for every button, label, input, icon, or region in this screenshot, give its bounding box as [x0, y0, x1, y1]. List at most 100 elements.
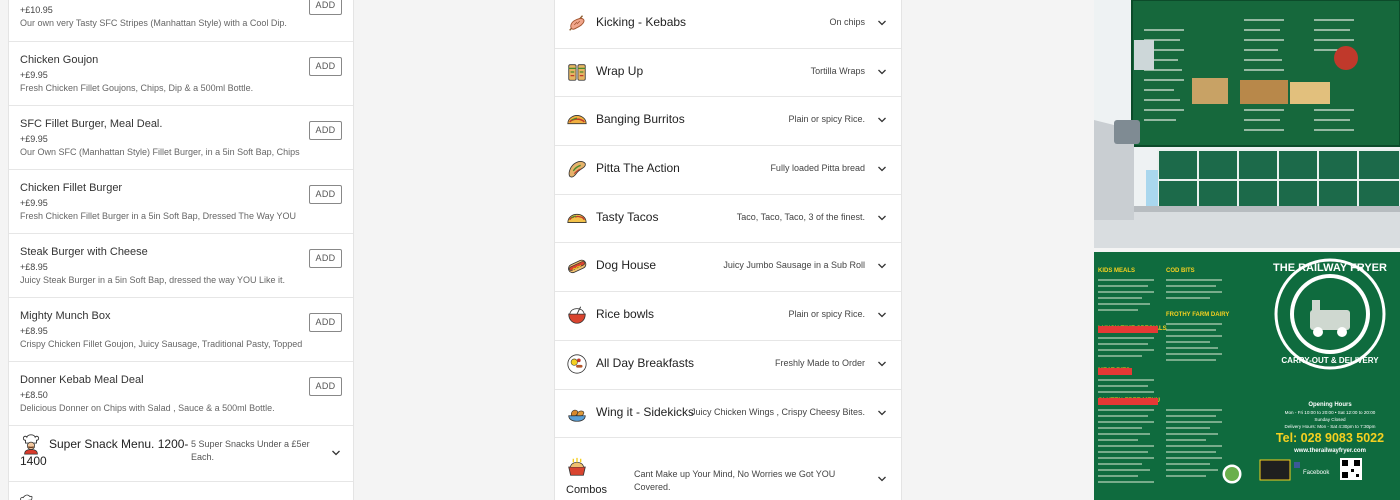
category-subtitle: Taco, Taco, Taco, 3 of the finest.: [736, 211, 865, 222]
menu-item[interactable]: Chicken Fillet Burger +£9.95 Fresh Chick…: [9, 170, 353, 234]
menu-item[interactable]: SFC Fillet Burger, Meal Deal. +£9.95 Our…: [9, 106, 353, 170]
flyer-sunday: Sunday Closed: [1314, 417, 1346, 422]
item-description: Crispy Chicken Fillet Goujon, Juicy Saus…: [20, 339, 303, 349]
category-subtitle: Juicy Jumbo Sausage in a Sub Roll: [723, 260, 865, 271]
category-name: All Day Breakfasts: [596, 355, 695, 370]
chef-icon: [20, 494, 33, 500]
category-dog-house[interactable]: Dog House Juicy Jumbo Sausage in a Sub R…: [555, 243, 901, 293]
chevron-down-icon[interactable]: [877, 261, 887, 271]
add-button[interactable]: ADD: [309, 377, 342, 396]
flyer-brand: THE RAILWAY FRYER: [1273, 262, 1387, 274]
item-name: Mighty Munch Box: [20, 310, 111, 322]
flyer-tagline: CARRY-OUT & DELIVERY: [1281, 356, 1379, 365]
chevron-down-icon[interactable]: [877, 115, 887, 125]
category-combos[interactable]: Combos Cant Make up Your Mind, No Worrie…: [555, 438, 901, 500]
burrito-icon: [567, 115, 587, 125]
chevron-down-icon[interactable]: [877, 474, 887, 484]
wings-icon: [568, 409, 586, 422]
add-button[interactable]: ADD: [309, 185, 342, 204]
category-subtitle: Fully loaded Pitta bread: [770, 163, 865, 174]
category-list: Kicking - Kebabs On chips Wrap Up Tortil…: [554, 0, 902, 500]
menu-item-list: +£10.95 Our own very Tasty SFC Stripes (…: [8, 0, 354, 500]
category-subtitle: Tortilla Wraps: [810, 65, 865, 76]
shop-interior-illustration: [1094, 0, 1400, 248]
category-name: Pitta The Action: [596, 161, 680, 176]
item-name: Donner Kebab Meal Deal: [20, 374, 144, 386]
menu-item[interactable]: Steak Burger with Cheese +£8.95 Juicy St…: [9, 234, 353, 298]
takeaway-flyer: KIDS MEALS COD BITS LUNCH TIME SPECIALS …: [1094, 252, 1400, 500]
chevron-down-icon[interactable]: [877, 67, 887, 77]
item-name: Chicken Goujon: [20, 54, 99, 66]
flyer-website: www.therailwayfryer.com: [1293, 448, 1366, 454]
category-name: Wrap Up: [596, 63, 644, 78]
add-button[interactable]: ADD: [309, 249, 342, 268]
chevron-down-icon[interactable]: [877, 359, 887, 369]
add-button[interactable]: ADD: [309, 0, 342, 15]
category-subtitle: Plain or spicy Rice.: [788, 114, 865, 125]
category-title: Super Snack Menu. 1200-1400: [20, 437, 189, 468]
item-price: +£8.95: [20, 326, 48, 336]
item-price: +£9.95: [20, 198, 48, 208]
rice-bowl-icon: [568, 306, 586, 324]
flyer-hours-title: Opening Hours: [1308, 402, 1352, 408]
item-name: Chicken Fillet Burger: [20, 182, 123, 194]
chevron-down-icon[interactable]: [331, 448, 341, 458]
breakfast-icon: [567, 354, 587, 374]
add-button[interactable]: ADD: [309, 313, 342, 332]
category-pitta[interactable]: Pitta The Action Fully loaded Pitta brea…: [555, 146, 901, 195]
chevron-down-icon[interactable]: [877, 164, 887, 174]
category-subtitle: Plain or spicy Rice.: [788, 309, 865, 320]
item-description: Juicy Steak Burger in a 5in Soft Bap, dr…: [20, 275, 285, 285]
flyer-hours: Mon - Fri 10:00 to 20:00 • Sat 12:00 to …: [1285, 410, 1376, 415]
flyer-delivery: Delivery Hours: Mon - Sat 4:30pm to 7:30…: [1285, 424, 1376, 429]
add-button[interactable]: ADD: [309, 121, 342, 140]
category-rice-bowls[interactable]: Rice bowls Plain or spicy Rice.: [555, 292, 901, 341]
category-kebabs[interactable]: Kicking - Kebabs On chips: [555, 0, 901, 49]
flyer-facebook: Facebook: [1303, 470, 1330, 476]
category-name: Rice bowls: [596, 307, 655, 322]
flyer-artwork: KIDS MEALS COD BITS LUNCH TIME SPECIALS …: [1094, 252, 1400, 500]
menu-item[interactable]: Mighty Munch Box +£8.95 Crispy Chicken F…: [9, 298, 353, 362]
category-super-snack[interactable]: Super Snack Menu. 1200-1400 5 Super Snac…: [9, 426, 353, 482]
item-price: +£10.95: [20, 5, 53, 15]
category-row-partial: [9, 482, 353, 500]
item-description: Our Own SFC (Manhattan Style) Fillet Bur…: [20, 147, 300, 157]
kebab-icon: [569, 15, 585, 31]
category-subtitle: Cant Make up Your Mind, No Worries we Go…: [634, 469, 836, 493]
flyer-phone: Tel: 028 9083 5022: [1276, 431, 1384, 445]
shop-interior-photo: [1094, 0, 1400, 248]
item-price: +£8.95: [20, 262, 48, 272]
category-name: Combos: [566, 484, 607, 497]
wrap-icon: [568, 63, 586, 81]
hotdog-icon: [568, 260, 587, 274]
category-subtitle: 5 Super Snacks Under a £5er Each.: [191, 439, 310, 462]
item-description: Our own very Tasty SFC Stripes (Manhatta…: [20, 18, 287, 28]
menu-item[interactable]: Donner Kebab Meal Deal +£8.50 Delicious …: [9, 362, 353, 426]
add-button[interactable]: ADD: [309, 57, 342, 76]
category-name: Kicking - Kebabs: [596, 15, 687, 29]
category-subtitle: On chips: [829, 17, 865, 27]
category-subtitle: Freshly Made to Order: [774, 357, 865, 368]
chevron-down-icon[interactable]: [877, 408, 887, 418]
chevron-down-icon[interactable]: [877, 18, 887, 28]
category-name: Dog House: [596, 258, 657, 273]
category-wings[interactable]: Wing it - Sidekicks Juicy Chicken Wings …: [555, 390, 901, 439]
category-burritos[interactable]: Banging Burritos Plain or spicy Rice.: [555, 97, 901, 147]
item-name: Steak Burger with Cheese: [20, 246, 148, 258]
menu-item[interactable]: Chicken Goujon +£9.95 Fresh Chicken Fill…: [9, 42, 353, 106]
item-description: Delicious Donner on Chips with Salad , S…: [20, 403, 275, 413]
combo-icon: [568, 458, 586, 476]
category-wraps[interactable]: Wrap Up Tortilla Wraps: [555, 49, 901, 98]
svg-text:KIDS MEALS: KIDS MEALS: [1098, 268, 1135, 274]
item-name: SFC Fillet Burger, Meal Deal.: [20, 118, 163, 130]
menu-item[interactable]: +£10.95 Our own very Tasty SFC Stripes (…: [9, 0, 353, 42]
category-tacos[interactable]: Tasty Tacos Taco, Taco, Taco, 3 of the f…: [555, 195, 901, 244]
item-price: +£9.95: [20, 134, 48, 144]
chevron-down-icon[interactable]: [877, 213, 887, 223]
svg-text:FROTHY FARM DAIRY: FROTHY FARM DAIRY: [1166, 312, 1229, 318]
category-name: Tasty Tacos: [596, 209, 659, 224]
chevron-down-icon[interactable]: [877, 310, 887, 320]
category-name: Banging Burritos: [596, 112, 685, 127]
restaurant-menu-page: +£10.95 Our own very Tasty SFC Stripes (…: [0, 0, 1400, 500]
category-breakfasts[interactable]: All Day Breakfasts Freshly Made to Order: [555, 341, 901, 390]
